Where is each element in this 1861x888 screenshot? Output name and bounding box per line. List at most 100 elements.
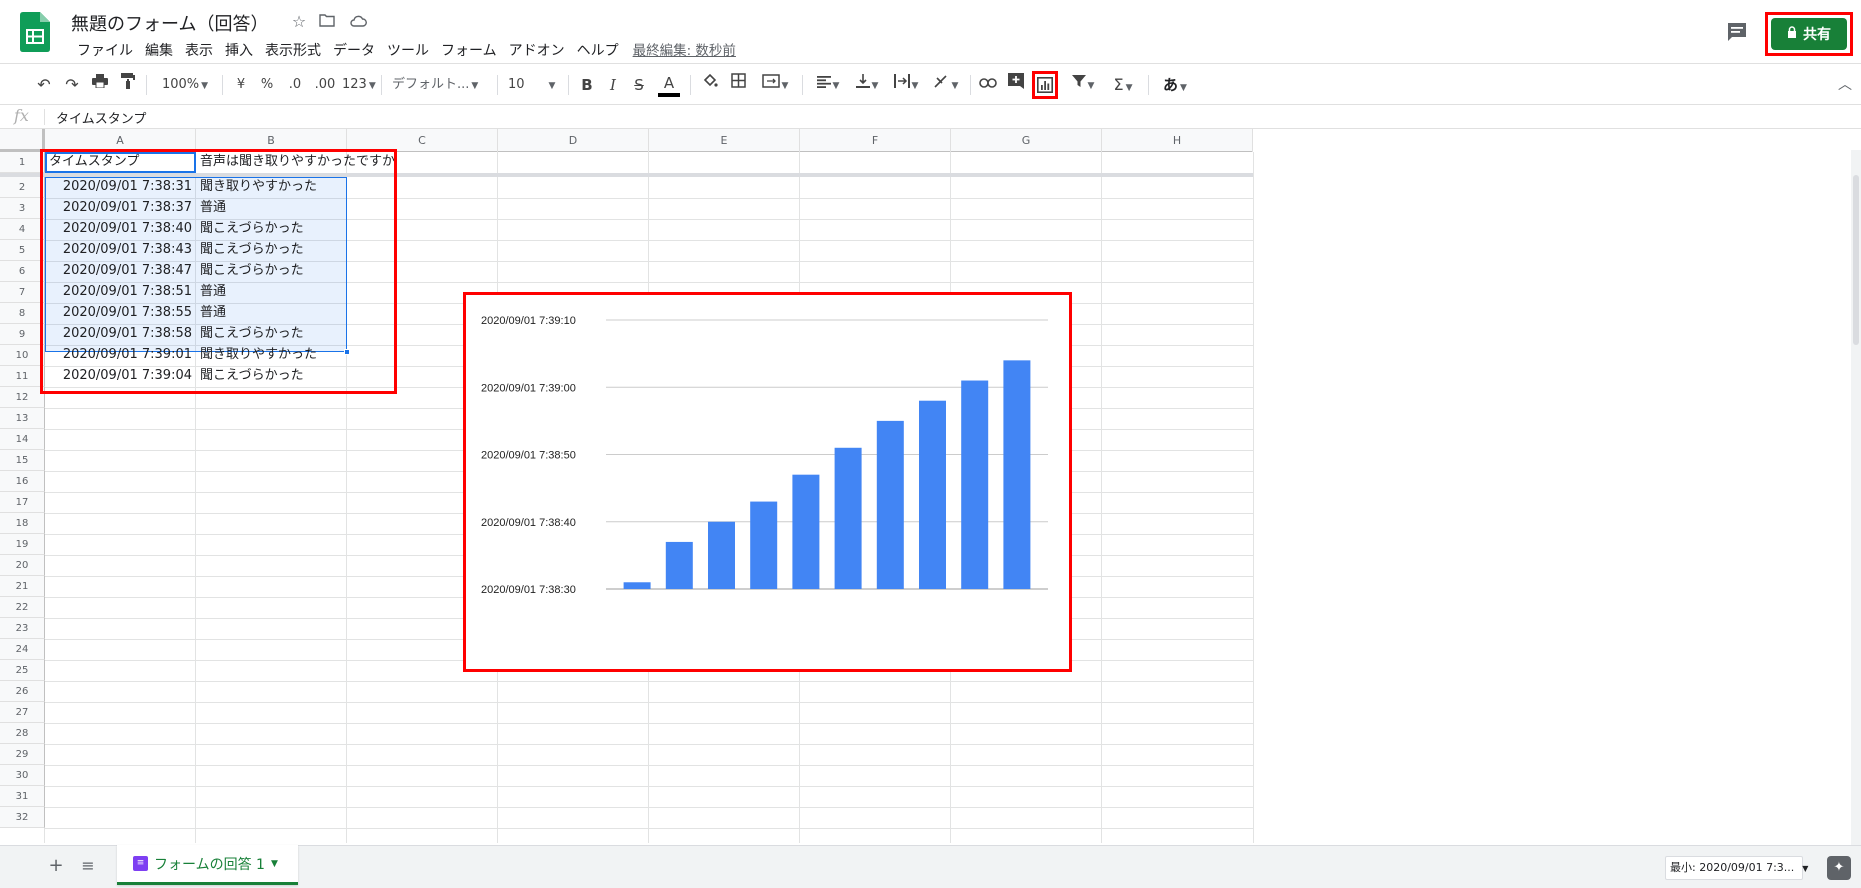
row-header[interactable]: 19 xyxy=(0,534,45,555)
row-header[interactable]: 1 xyxy=(0,152,45,173)
redo-icon[interactable]: ↷ xyxy=(62,73,82,97)
formula-input[interactable]: タイムスタンプ xyxy=(56,108,146,127)
row-header[interactable]: 7 xyxy=(0,282,45,303)
sheets-logo-icon[interactable] xyxy=(20,12,50,52)
menu-file[interactable]: ファイル xyxy=(71,40,139,62)
chart-bar[interactable] xyxy=(750,501,778,589)
document-title[interactable]: 無題のフォーム（回答） xyxy=(71,10,268,36)
row-header[interactable]: 11 xyxy=(0,366,45,387)
cloud-status-icon[interactable] xyxy=(348,12,368,32)
bold-button[interactable]: B xyxy=(578,73,596,97)
menu-help[interactable]: ヘルプ xyxy=(571,40,625,62)
chart-bar[interactable] xyxy=(1003,360,1031,589)
menu-form[interactable]: フォーム xyxy=(435,40,503,62)
row-header[interactable]: 21 xyxy=(0,576,45,597)
chart-bar[interactable] xyxy=(919,400,946,589)
chart-bar[interactable] xyxy=(665,541,693,589)
menu-edit[interactable]: 編集 xyxy=(139,40,179,62)
insert-chart-icon[interactable] xyxy=(1037,77,1053,93)
spreadsheet-grid[interactable]: ABCDEFGH 1 2 3 4 5 6 7 8 9 10 11 12 13 14 15 16 17 18 19 20… xyxy=(0,129,1861,843)
row-header[interactable]: 32 xyxy=(0,807,45,828)
percent-format-button[interactable]: % xyxy=(258,73,276,97)
chart[interactable]: 2020/09/01 7:38:30 2020/09/01 7:38:40 2020… xyxy=(463,292,1072,672)
row-header[interactable]: 10 xyxy=(0,345,45,366)
valign-icon[interactable]: ▼ xyxy=(852,73,882,97)
row-header[interactable]: 9 xyxy=(0,324,45,345)
chart-bar[interactable] xyxy=(834,447,862,589)
row-header[interactable]: 4 xyxy=(0,219,45,240)
chevron-down-icon[interactable]: ▼ xyxy=(271,859,278,869)
strikethrough-button[interactable]: S xyxy=(630,73,648,97)
row-header[interactable]: 16 xyxy=(0,471,45,492)
row-header[interactable]: 5 xyxy=(0,240,45,261)
select-all-corner[interactable] xyxy=(0,129,45,152)
row-header[interactable]: 29 xyxy=(0,744,45,765)
font-size-select[interactable]: 10 ▼ xyxy=(508,73,560,97)
menu-addons[interactable]: アドオン xyxy=(503,40,571,62)
row-header[interactable]: 2 xyxy=(0,177,45,198)
row-header[interactable]: 3 xyxy=(0,198,45,219)
row-header[interactable]: 6 xyxy=(0,261,45,282)
row-header[interactable]: 25 xyxy=(0,660,45,681)
input-tools-button[interactable]: あ ▼ xyxy=(1158,73,1192,97)
sum-stats-select[interactable]: 最小: 2020/09/01 7:3... ▼ xyxy=(1665,856,1808,880)
chart-bar[interactable] xyxy=(708,521,735,589)
italic-button[interactable]: I xyxy=(604,73,622,97)
paint-format-icon[interactable] xyxy=(118,73,138,97)
font-select[interactable]: デフォルト... ▼ xyxy=(392,73,488,97)
merge-icon[interactable]: ▼ xyxy=(756,73,794,97)
chart-bar[interactable] xyxy=(876,420,904,589)
decrease-decimal-button[interactable]: .0 xyxy=(284,73,306,97)
column-header[interactable]: F xyxy=(800,129,951,152)
undo-icon[interactable]: ↶ xyxy=(34,73,54,97)
menu-format[interactable]: 表示形式 xyxy=(259,40,327,62)
row-header[interactable]: 31 xyxy=(0,786,45,807)
chart-bar[interactable] xyxy=(792,474,820,589)
collapse-menus-icon[interactable]: ︿ xyxy=(1836,73,1854,97)
last-edit-link[interactable]: 最終編集: 数秒前 xyxy=(633,40,736,62)
row-header[interactable]: 22 xyxy=(0,597,45,618)
column-header[interactable]: H xyxy=(1102,129,1253,152)
move-folder-icon[interactable] xyxy=(317,12,337,32)
sheet-tab[interactable]: ≡ フォームの回答 1 ▼ xyxy=(117,845,298,885)
print-icon[interactable] xyxy=(90,73,110,97)
share-button[interactable]: 共有 xyxy=(1771,18,1847,50)
chart-bar[interactable] xyxy=(623,582,651,589)
row-header[interactable]: 15 xyxy=(0,450,45,471)
rotate-icon[interactable]: ▼ xyxy=(930,73,962,97)
all-sheets-icon[interactable]: ≡ xyxy=(78,856,98,876)
column-header[interactable]: G xyxy=(951,129,1102,152)
row-header[interactable]: 8 xyxy=(0,303,45,324)
chart-bar[interactable] xyxy=(961,380,989,589)
row-header[interactable]: 24 xyxy=(0,639,45,660)
fill-color-icon[interactable] xyxy=(700,73,720,97)
increase-decimal-button[interactable]: .00 xyxy=(312,73,338,97)
row-header[interactable]: 13 xyxy=(0,408,45,429)
explore-icon[interactable]: ✦ xyxy=(1827,856,1851,880)
row-header[interactable]: 30 xyxy=(0,765,45,786)
menu-data[interactable]: データ xyxy=(327,40,381,62)
menu-tools[interactable]: ツール xyxy=(381,40,435,62)
comment-add-icon[interactable] xyxy=(1006,73,1026,97)
row-header[interactable]: 28 xyxy=(0,723,45,744)
row-header[interactable]: 26 xyxy=(0,681,45,702)
filter-icon[interactable]: ▼ xyxy=(1066,73,1100,97)
menu-insert[interactable]: 挿入 xyxy=(219,40,259,62)
row-header[interactable]: 23 xyxy=(0,618,45,639)
column-header[interactable]: D xyxy=(498,129,649,152)
column-header[interactable]: E xyxy=(649,129,800,152)
borders-icon[interactable] xyxy=(728,73,748,97)
menu-view[interactable]: 表示 xyxy=(179,40,219,62)
row-header[interactable]: 14 xyxy=(0,429,45,450)
add-sheet-icon[interactable]: + xyxy=(46,856,66,876)
zoom-select[interactable]: 100% ▼ xyxy=(156,73,214,97)
comment-history-icon[interactable] xyxy=(1725,20,1749,44)
link-icon[interactable] xyxy=(978,73,998,97)
row-header[interactable]: 12 xyxy=(0,387,45,408)
star-icon[interactable]: ☆ xyxy=(289,12,309,32)
currency-format-button[interactable]: ¥ xyxy=(232,73,250,97)
row-header[interactable]: 27 xyxy=(0,702,45,723)
vertical-scrollbar-thumb[interactable] xyxy=(1853,175,1859,345)
row-header[interactable]: 17 xyxy=(0,492,45,513)
row-header[interactable]: 18 xyxy=(0,513,45,534)
